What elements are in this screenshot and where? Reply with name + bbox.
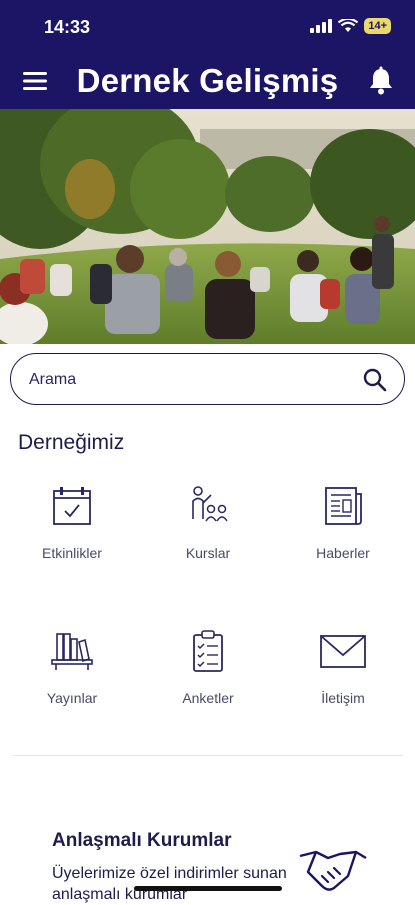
- search-icon[interactable]: [362, 367, 388, 393]
- grid-item-etkinlikler[interactable]: Etkinlikler: [3, 485, 141, 585]
- hero-image: [0, 109, 415, 344]
- partner-title: Anlaşmalı Kurumlar: [52, 830, 232, 851]
- newspaper-icon: [325, 487, 362, 525]
- grid-label: Anketler: [182, 690, 234, 706]
- hero-illustration: [0, 109, 415, 344]
- search-input[interactable]: [27, 366, 351, 394]
- section-title: Derneğimiz: [18, 431, 125, 454]
- wifi-icon: [338, 19, 359, 32]
- app-title: Dernek Gelişmiş: [76, 62, 339, 99]
- battery-icon: 14+: [364, 18, 391, 34]
- grid-item-anketler[interactable]: Anketler: [139, 630, 277, 730]
- grid-item-kurslar[interactable]: Kurslar: [139, 485, 277, 585]
- grid-label: İletişim: [321, 690, 365, 706]
- grid-item-iletisim[interactable]: İletişim: [274, 630, 412, 730]
- clipboard-checklist-icon: [193, 630, 223, 672]
- handshake-icon: [299, 850, 367, 891]
- grid-label: Etkinlikler: [42, 545, 102, 561]
- grid-item-yayinlar[interactable]: Yayınlar: [3, 630, 141, 730]
- search-bar: [10, 353, 405, 405]
- partner-subtitle: Üyelerimize özel indirimler sunan anlaşm…: [52, 865, 287, 903]
- notification-bell-icon[interactable]: [367, 66, 395, 96]
- divider: [12, 755, 403, 756]
- bookshelf-icon: [51, 633, 93, 670]
- grid-label: Haberler: [316, 545, 370, 561]
- app-bar: Dernek Gelişmiş: [0, 54, 415, 109]
- grid-label: Yayınlar: [46, 690, 98, 706]
- home-indicator: [134, 886, 282, 891]
- teacher-students-icon: [192, 486, 228, 522]
- envelope-icon: [320, 635, 366, 668]
- signal-icon: [310, 19, 333, 33]
- status-bar: 14:33 14+: [0, 0, 415, 54]
- calendar-check-icon: [53, 487, 91, 525]
- grid-item-haberler[interactable]: Haberler: [274, 485, 412, 585]
- grid-label: Kurslar: [185, 545, 231, 561]
- status-icons: 14+: [310, 18, 391, 34]
- status-time: 14:33: [44, 17, 91, 37]
